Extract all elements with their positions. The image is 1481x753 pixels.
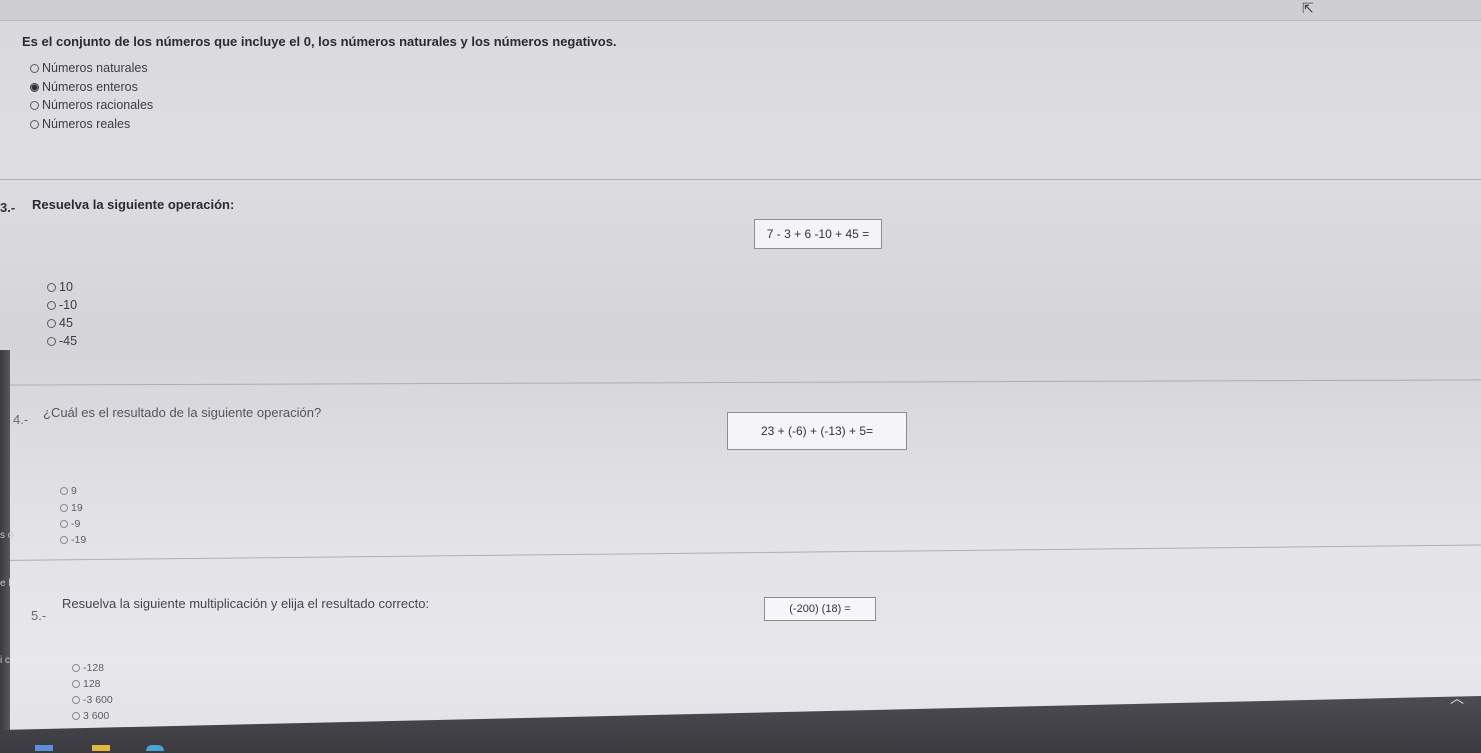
q5-radio-2[interactable]	[72, 680, 80, 688]
side-label-3: i c	[0, 655, 10, 666]
folder-icon[interactable]	[92, 745, 110, 751]
q5-option-1[interactable]: -128	[72, 662, 104, 674]
q5-number: 5.-	[31, 608, 47, 623]
q3-option-3[interactable]: 45	[47, 316, 73, 330]
q4-radio-3[interactable]	[60, 520, 68, 528]
q3-radio-4[interactable]	[47, 336, 56, 346]
q2-radio-4[interactable]	[30, 119, 39, 129]
q3-expression-box: 7 - 3 + 6 -10 + 45 =	[754, 219, 882, 249]
q4-option-1[interactable]: 9	[60, 485, 77, 497]
quiz-page: ⇱ Es el conjunto de los números que incl…	[0, 0, 1481, 753]
q2-option-label-2: Números enteros	[42, 80, 138, 94]
side-label-1: s o	[0, 530, 14, 541]
taskbar	[0, 696, 1481, 753]
q3-option-label-1: 10	[59, 280, 73, 294]
q3-option-label-3: 45	[59, 316, 73, 330]
q3-option-2[interactable]: -10	[47, 298, 77, 312]
browser-icon[interactable]	[146, 745, 164, 751]
q4-option-2[interactable]: 19	[60, 502, 83, 514]
q5-expression-box: (-200) (18) =	[764, 597, 876, 621]
q3-radio-1[interactable]	[47, 282, 56, 292]
top-strip	[0, 0, 1481, 21]
q2-option-1[interactable]: Números naturales	[30, 61, 148, 75]
q4-radio-4[interactable]	[60, 536, 68, 544]
left-window-edge	[0, 350, 10, 753]
q4-expression: 23 + (-6) + (-13) + 5=	[760, 424, 874, 438]
q3-option-label-4: -45	[59, 334, 78, 348]
q5-question-text: Resuelva la siguiente multiplicación y e…	[62, 596, 430, 611]
cursor-arrow-icon: ⇱	[1302, 0, 1314, 16]
q2-option-label-1: Números naturales	[42, 61, 148, 75]
q5-option-label-3: -3 600	[83, 694, 113, 706]
section-divider	[0, 379, 1481, 386]
q2-option-2[interactable]: Números enteros	[30, 80, 138, 94]
section-divider	[0, 179, 1481, 180]
q4-radio-2[interactable]	[60, 504, 68, 512]
q4-number: 4.-	[13, 412, 29, 427]
q2-radio-1[interactable]	[30, 63, 39, 73]
q2-option-label-4: Números reales	[42, 117, 131, 131]
q5-option-label-4: 3 600	[83, 710, 110, 722]
q5-expression: (-200) (18) =	[789, 603, 851, 615]
taskbar-app-icon[interactable]	[35, 745, 53, 751]
q4-option-label-2: 19	[71, 502, 83, 514]
q4-option-label-4: -19	[71, 534, 87, 546]
q5-option-4[interactable]: 3 600	[72, 710, 109, 722]
q2-option-4[interactable]: Números reales	[30, 117, 130, 131]
q4-option-label-3: -9	[71, 518, 81, 530]
q4-radio-1[interactable]	[60, 487, 68, 495]
q4-option-label-1: 9	[71, 485, 77, 497]
q3-option-4[interactable]: -45	[47, 334, 77, 348]
q5-option-label-2: 128	[83, 678, 101, 690]
section-divider	[0, 544, 1481, 561]
q3-radio-3[interactable]	[47, 318, 56, 328]
q5-radio-4[interactable]	[72, 712, 80, 720]
q4-expression-box: 23 + (-6) + (-13) + 5=	[727, 412, 907, 450]
q2-option-3[interactable]: Números racionales	[30, 98, 153, 112]
q5-option-2[interactable]: 128	[72, 678, 101, 690]
q3-radio-2[interactable]	[47, 300, 56, 310]
chevron-up-icon[interactable]: ︿	[1450, 688, 1464, 708]
q4-option-4[interactable]: -19	[60, 534, 86, 546]
q3-number: 3.-	[0, 200, 16, 215]
side-label-2: e l	[0, 578, 11, 589]
q4-question-text: ¿Cuál es el resultado de la siguiente op…	[43, 405, 322, 420]
q3-option-label-2: -10	[59, 298, 78, 312]
q5-option-3[interactable]: -3 600	[72, 694, 113, 706]
q2-option-label-3: Números racionales	[42, 98, 154, 112]
q3-option-1[interactable]: 10	[47, 280, 73, 294]
q5-radio-3[interactable]	[72, 696, 80, 704]
q3-question-text: Resuelva la siguiente operación:	[32, 197, 235, 212]
q2-question-text: Es el conjunto de los números que incluy…	[22, 34, 617, 49]
q3-expression: 7 - 3 + 6 -10 + 45 =	[766, 227, 870, 241]
q2-radio-2-selected[interactable]	[30, 82, 39, 92]
q5-option-label-1: -128	[83, 662, 105, 674]
q4-option-3[interactable]: -9	[60, 518, 80, 530]
q2-radio-3[interactable]	[30, 100, 39, 110]
q5-radio-1[interactable]	[72, 664, 80, 672]
